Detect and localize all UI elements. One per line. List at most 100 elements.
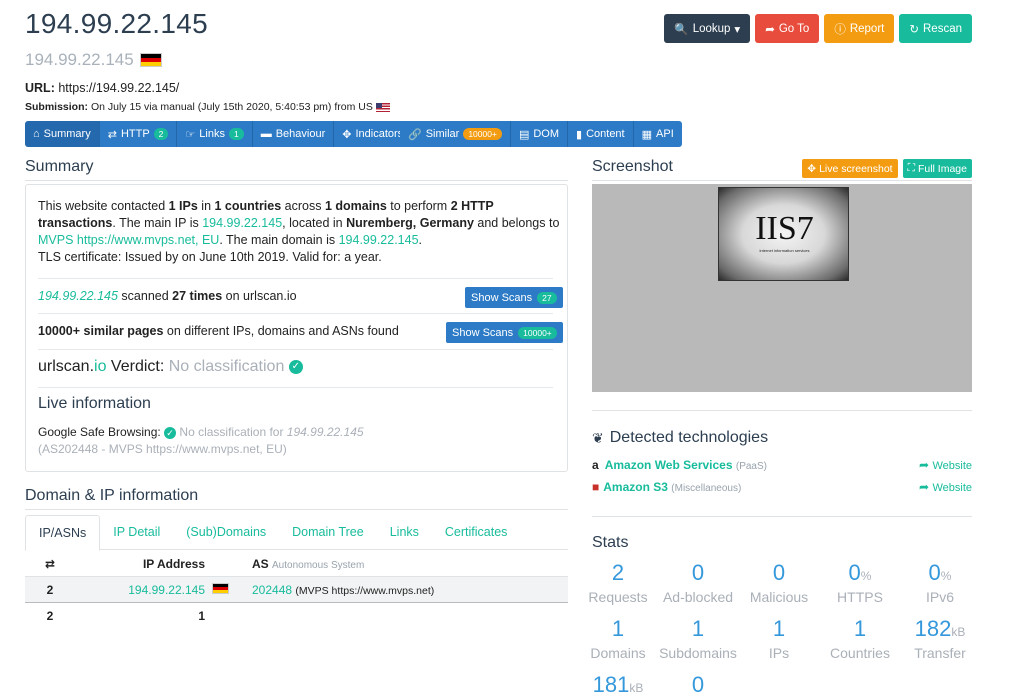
goto-button[interactable]: ➦ Go To (755, 14, 820, 43)
live-screenshot-button[interactable]: ✥ Live screenshot (802, 159, 898, 178)
summary-paragraph: This website contacted 1 IPs in 1 countr… (38, 198, 563, 266)
tab-ip-detail[interactable]: IP Detail (100, 515, 173, 549)
nav-behaviour[interactable]: ▬ Behaviour (252, 121, 335, 147)
tech-website-link[interactable]: ➦ Website (919, 458, 972, 472)
tab-links[interactable]: Links (377, 515, 432, 549)
live-information-heading: Live information (38, 395, 151, 412)
submission-line: Submission: On July 15 via manual (July … (25, 101, 390, 113)
tab-subdomains[interactable]: (Sub)Domains (173, 515, 279, 549)
stat-value: 1 (611, 616, 625, 641)
nav-links-label: Links (199, 128, 225, 140)
technologies-heading: ❦ Detected technologies (592, 429, 768, 447)
stat-unit: kB (629, 681, 644, 695)
tech-item-left: a Amazon Web Services (PaaS) (592, 458, 767, 472)
rescan-button[interactable]: ↻ Rescan (899, 14, 972, 43)
asn-link[interactable]: MVPS https://www.mvps.net, EU (38, 233, 219, 247)
stat-transfer: 182kB Transfer (900, 616, 980, 661)
stat-label: Transfer (914, 645, 966, 661)
screenshot-divider (592, 180, 972, 181)
summary-separator (38, 349, 553, 350)
nav-api-label: API (656, 128, 674, 140)
show-scans-badge: 10000+ (518, 326, 557, 339)
table-row: 2 194.99.22.145 202448 (MVPS https://www… (25, 577, 568, 602)
summary-domains: 1 domains (324, 199, 387, 213)
summary-countries: 1 countries (214, 199, 282, 213)
subtitle-ip: 194.99.22.145 (25, 50, 134, 69)
tab-certificates[interactable]: Certificates (432, 515, 521, 549)
exchange-icon: ⇄ (107, 128, 117, 141)
nav-dom-label: DOM (533, 128, 560, 140)
stat-label: Requests (588, 589, 648, 605)
tech-category: (PaaS) (735, 461, 767, 472)
nav-dom[interactable]: ▤ DOM (510, 121, 569, 147)
show-similar-scans-button[interactable]: Show Scans 10000+ (446, 322, 563, 343)
tech-website-label: Website (932, 482, 972, 494)
summary-ips: 1 IPs (168, 199, 198, 213)
stat-malicious: 0 Malicious (739, 560, 819, 605)
row-as-link[interactable]: 202448 (252, 583, 292, 597)
nav-http-badge: 2 (153, 128, 169, 140)
stat-label: Countries (830, 645, 890, 661)
germany-flag-icon (139, 53, 162, 67)
nav-api[interactable]: ▦ API (633, 121, 682, 147)
stat-value: 0 (928, 560, 941, 585)
url-line: URL: https://194.99.22.145/ (25, 81, 179, 95)
summary-text: , located in (282, 216, 347, 230)
secondary-nav: 🔗 Similar 10000+ ▤ DOM ▮ Content ▦ API (400, 121, 682, 147)
submission-value: On July 15 via manual (July 15th 2020, 5… (90, 101, 373, 113)
sort-exchange-icon[interactable]: ⇄ (25, 557, 75, 571)
stat-value: 1 (691, 616, 705, 641)
screenshot-actions: ✥ Live screenshot ⛶ Full Image (802, 159, 972, 178)
report-button[interactable]: ⓘ Report (824, 14, 895, 43)
stat-ips: 1 IPs (739, 616, 819, 661)
nav-similar[interactable]: 🔗 Similar 10000+ (400, 121, 511, 147)
table-header: ⇄ IP Address AS Autonomous System (25, 551, 568, 576)
stat-value: 1 (772, 616, 786, 641)
search-icon: 🔍 (674, 23, 689, 36)
nav-content-label: Content (586, 128, 625, 140)
footer-ip-count: 1 (198, 608, 205, 623)
stat-value: 0 (772, 560, 786, 585)
nav-indicators-label: Indicators (355, 128, 404, 140)
similar-rest: on different IPs, domains and ASNs found (163, 324, 399, 338)
full-image-button[interactable]: ⛶ Full Image (902, 159, 972, 178)
tab-domain-tree[interactable]: Domain Tree (279, 515, 377, 549)
section-divider (592, 516, 972, 517)
lookup-button[interactable]: 🔍 Lookup ▾ (664, 14, 751, 43)
nav-links[interactable]: ☞ Links 1 (177, 121, 253, 147)
summary-text: to perform (386, 199, 451, 213)
tech-name-link[interactable]: Amazon S3 (603, 480, 668, 494)
gsb-value: No classification for (179, 425, 287, 439)
crosshair-icon: ✥ (342, 128, 352, 141)
nav-summary[interactable]: ⌂ Summary (25, 121, 100, 147)
url-value: https://194.99.22.145/ (58, 81, 180, 95)
home-icon: ⌂ (33, 128, 40, 140)
nav-http[interactable]: ⇄ HTTP 2 (99, 121, 178, 147)
scanned-ip-link[interactable]: 194.99.22.145 (38, 289, 118, 303)
stat-value: 0 (691, 672, 705, 697)
domain-ip-heading: Domain & IP information (25, 487, 199, 504)
summary-text: This website contacted (38, 199, 169, 213)
stat-adblocked: 0 Ad-blocked (658, 560, 738, 605)
stat-unit: kB (951, 625, 966, 639)
summary-separator (38, 278, 553, 279)
stat-value: 0 (848, 560, 861, 585)
row-ip-link[interactable]: 194.99.22.145 (128, 583, 205, 597)
show-scans-button[interactable]: Show Scans 27 (465, 287, 563, 308)
check-circle-icon: ✓ (164, 426, 177, 439)
full-image-label: Full Image (917, 162, 967, 175)
summary-text: . (418, 233, 423, 247)
tech-name-link[interactable]: Amazon Web Services (605, 458, 733, 472)
stat-value: 182 (914, 616, 952, 641)
tech-website-link[interactable]: ➦ Website (919, 480, 972, 494)
germany-flag-icon (212, 582, 229, 594)
stat-value: 1 (853, 616, 867, 641)
amazon-s3-icon: ■ (592, 480, 600, 494)
summary-heading: Summary (25, 158, 94, 175)
tech-category: (Miscellaneous) (671, 483, 742, 494)
tab-ip-asns[interactable]: IP/ASNs (25, 515, 101, 551)
col-as-header: AS Autonomous System (252, 557, 364, 571)
nav-content[interactable]: ▮ Content (568, 121, 634, 147)
main-ip-link[interactable]: 194.99.22.145 (202, 216, 282, 230)
main-domain-link[interactable]: 194.99.22.145 (339, 233, 419, 247)
